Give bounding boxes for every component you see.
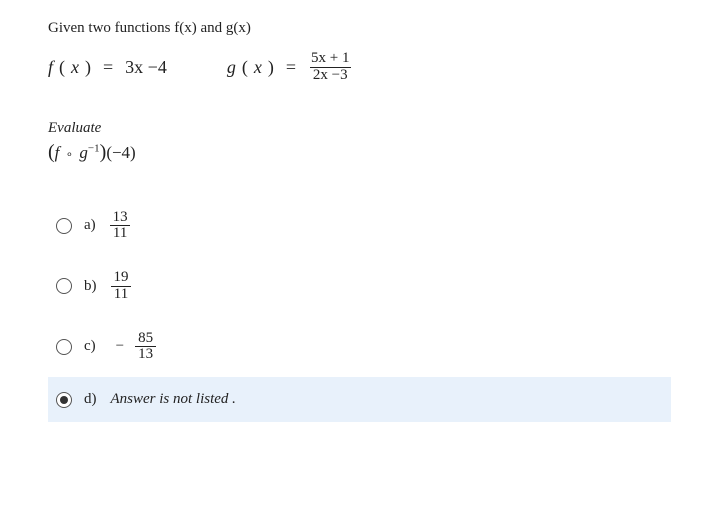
choice-b-num: 19 — [111, 270, 132, 286]
g-lhs-arg: x — [254, 57, 262, 78]
equation-g: g (x) = 5x + 1 2x −3 — [227, 51, 353, 84]
choice-a-value: 13 11 — [110, 210, 131, 243]
choice-a-den: 11 — [110, 225, 130, 242]
equation-row: f (x) = 3x −4 g (x) = 5x + 1 2x −3 — [48, 51, 671, 84]
radio-b[interactable] — [56, 278, 72, 294]
evaluate-label: Evaluate — [48, 120, 671, 137]
choice-a-label: a) — [84, 217, 96, 234]
choice-b-den: 11 — [111, 286, 131, 303]
choice-b-label: b) — [84, 278, 97, 295]
g-lhs-fn: g — [227, 57, 236, 78]
choice-c-sign: − — [116, 338, 124, 355]
choice-d-label: d) — [84, 391, 97, 408]
choice-d-text: Answer is not listed . — [111, 391, 236, 408]
choice-a[interactable]: a) 13 11 — [48, 196, 671, 257]
composition-expression: (f ∘ g−1)(−4) — [48, 141, 671, 164]
radio-c[interactable] — [56, 339, 72, 355]
f-rhs: 3x −4 — [125, 57, 167, 78]
expr-outer-fn: f — [55, 143, 60, 162]
expr-inner-exp: −1 — [88, 142, 100, 154]
f-lhs-arg: x — [71, 57, 79, 78]
expr-inner-fn: g — [79, 143, 88, 162]
choice-c-num: 85 — [135, 331, 156, 347]
radio-d[interactable] — [56, 392, 72, 408]
f-lhs-fn: f — [48, 57, 53, 78]
choice-b-value: 19 11 — [111, 270, 132, 303]
choice-c[interactable]: c) − 85 13 — [48, 317, 671, 378]
g-numerator: 5x + 1 — [308, 51, 352, 67]
choice-b[interactable]: b) 19 11 — [48, 256, 671, 317]
question-prompt: Given two functions f(x) and g(x) — [48, 20, 671, 37]
choice-a-num: 13 — [110, 210, 131, 226]
g-fraction: 5x + 1 2x −3 — [308, 51, 352, 84]
equation-f: f (x) = 3x −4 — [48, 57, 167, 78]
choice-d[interactable]: d) Answer is not listed . — [48, 377, 671, 422]
expr-arg: (−4) — [106, 143, 135, 162]
choice-c-den: 13 — [135, 346, 156, 363]
g-denominator: 2x −3 — [310, 67, 351, 84]
choice-c-label: c) — [84, 338, 96, 355]
choice-c-value: 85 13 — [135, 331, 156, 364]
radio-a[interactable] — [56, 218, 72, 234]
expr-compose: ∘ — [66, 147, 74, 161]
answer-choices: a) 13 11 b) 19 11 c) − 85 13 d) — [48, 196, 671, 423]
